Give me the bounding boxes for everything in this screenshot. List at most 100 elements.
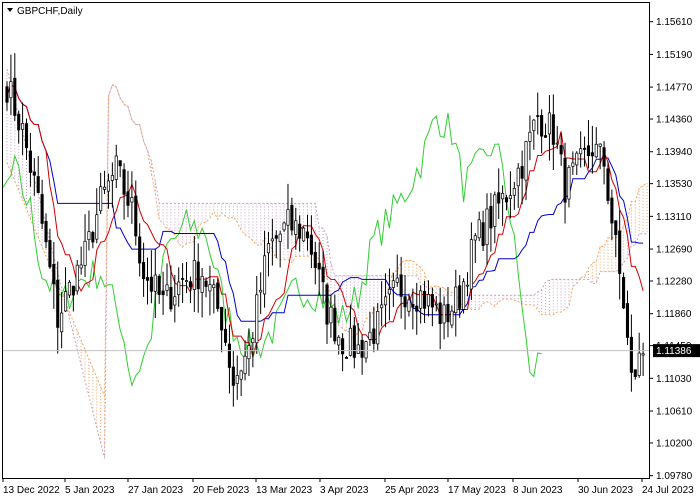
candle-body <box>309 234 313 255</box>
candle-body <box>181 278 185 280</box>
candle-body <box>520 166 524 179</box>
candle-body <box>270 238 274 242</box>
candle-body <box>528 131 532 142</box>
candle-body <box>325 284 329 325</box>
candle-body <box>196 261 200 290</box>
candle-body <box>71 285 75 296</box>
candle-body <box>208 284 212 292</box>
candle-body <box>227 343 231 368</box>
candle-body <box>13 77 17 116</box>
candle-body <box>63 291 68 312</box>
candle-body <box>504 197 509 203</box>
candle-body <box>543 135 548 138</box>
candle-body <box>356 344 360 354</box>
candle-body <box>298 223 302 239</box>
candle-body <box>56 279 60 328</box>
candle-body <box>450 310 454 326</box>
candle-body <box>360 339 364 358</box>
candle-body <box>161 290 165 296</box>
candle-body <box>633 369 637 377</box>
candle-body <box>516 167 520 187</box>
candle-body <box>395 277 399 283</box>
candle-body <box>36 176 40 193</box>
candle-body <box>302 227 306 242</box>
candle-body <box>99 186 103 212</box>
candle-body <box>106 180 111 192</box>
candle-body <box>145 277 150 281</box>
candle-body <box>547 112 551 135</box>
candle-body <box>344 357 349 359</box>
candle-body <box>567 167 571 200</box>
candle-body <box>426 293 431 307</box>
candle-body <box>173 296 177 306</box>
x-tick-label: 30 Jun 2023 <box>578 485 633 496</box>
candle-body <box>602 147 606 167</box>
candle-body <box>263 255 267 295</box>
candle-body <box>157 275 161 295</box>
candle-body <box>17 113 21 131</box>
x-tick-label: 13 Dec 2022 <box>3 485 60 496</box>
candle-body <box>575 152 579 166</box>
candle-body <box>138 236 142 264</box>
candle-body <box>321 266 325 283</box>
candle-body <box>497 192 501 204</box>
price-chart[interactable]: 1.15610 1.15190 1.14770 1.14360 1.13940 1.135… <box>0 0 700 500</box>
x-tick-label: 8 Jun 2023 <box>513 485 563 496</box>
y-tick-label: 1.11030 <box>656 374 692 385</box>
y-tick-label: 1.14360 <box>656 115 693 126</box>
candle-body <box>177 281 181 296</box>
candle-body <box>446 303 450 323</box>
candle-body <box>87 231 91 240</box>
candle-body <box>489 205 493 229</box>
candle-body <box>5 86 9 103</box>
candle-body <box>368 331 372 340</box>
candle-body <box>286 209 290 226</box>
candle-body <box>231 366 235 386</box>
candle-body <box>606 168 610 201</box>
candle-body <box>251 338 255 343</box>
candle-body <box>454 286 458 314</box>
candle-body <box>387 288 391 295</box>
candle-body <box>274 235 278 239</box>
candle-body <box>216 282 220 309</box>
y-tick-label: 1.09780 <box>656 471 693 482</box>
candle-body <box>380 304 384 309</box>
candle-body <box>438 302 442 325</box>
candle-body <box>235 375 239 384</box>
candle-body <box>629 336 633 373</box>
candle-body <box>551 114 555 145</box>
x-tick-label: 24 Jul 2023 <box>642 485 694 496</box>
candle-body <box>469 239 473 290</box>
candle-body <box>594 143 598 158</box>
candle-body <box>614 220 618 236</box>
candle-body <box>220 306 224 331</box>
candle-body <box>462 281 466 310</box>
candle-body <box>40 194 44 224</box>
candle-body <box>122 169 126 195</box>
candle-body <box>165 284 169 291</box>
candle-body <box>243 355 247 374</box>
candle-body <box>282 222 286 231</box>
y-tick-label: 1.13530 <box>656 179 693 190</box>
candle-body <box>512 188 516 196</box>
candle-body <box>590 152 594 157</box>
candle-body <box>571 162 575 167</box>
candle-body <box>415 305 419 312</box>
y-tick-label: 1.13110 <box>656 212 692 223</box>
candle-body <box>559 145 563 155</box>
candle-body <box>532 119 536 131</box>
candle-body <box>149 276 153 292</box>
time-axis: 13 Dec 2022 5 Jan 2023 27 Jan 2023 20 Feb 2… <box>2 478 694 496</box>
candle-body <box>24 123 29 149</box>
candle-body <box>247 345 251 360</box>
candle-body <box>44 220 48 243</box>
candle-body <box>305 231 310 239</box>
y-tick-label: 1.13940 <box>656 147 693 158</box>
candle-body <box>204 280 208 287</box>
chart-frame <box>2 2 650 479</box>
candle-body <box>130 197 134 203</box>
candle-body <box>21 123 25 130</box>
candle-body <box>48 239 52 268</box>
y-tick-label: 1.10200 <box>656 438 693 449</box>
candle-body <box>430 293 434 308</box>
